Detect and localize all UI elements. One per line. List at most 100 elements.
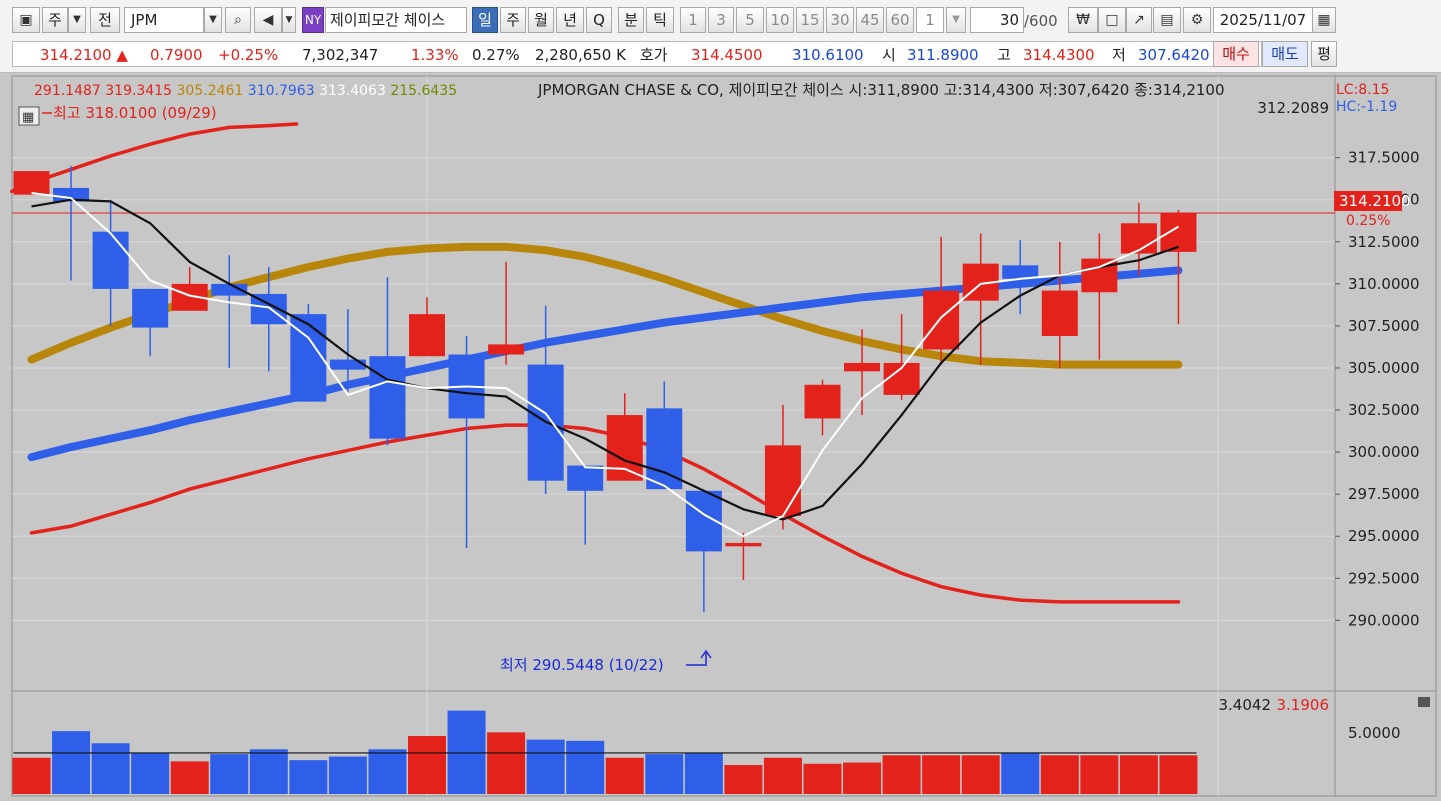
tab-yearly[interactable]: 년 (556, 7, 584, 33)
date-input[interactable]: 2025/11/07 (1213, 7, 1313, 33)
volume-bar (170, 761, 209, 794)
volume-bar (289, 760, 328, 794)
buy-button[interactable]: 매수 (1213, 41, 1259, 67)
amount-value: 2,280,650 K (535, 46, 626, 64)
symbol-input[interactable]: JPM (124, 7, 204, 33)
bid-price: 310.6100 (792, 46, 864, 64)
candle-body (764, 445, 801, 517)
axis-tick-label: 307.5000 (1348, 317, 1420, 335)
line-tool-icon[interactable]: ↗ (1126, 7, 1152, 33)
volume-bar (961, 755, 1000, 794)
candle-body (725, 542, 762, 547)
high-label: 고 (997, 46, 1011, 64)
volume-bar (12, 757, 51, 794)
volume-bar (922, 755, 961, 794)
ask-price: 314.4500 (691, 46, 763, 64)
volume-bar (487, 732, 526, 794)
count-input[interactable]: 30 (970, 7, 1024, 33)
interval-3[interactable]: 3 (708, 7, 734, 33)
legend-value: 319.3415 (101, 83, 172, 99)
low-note: 최저 290.5448 (10/22) (500, 656, 664, 674)
candle-body (1081, 258, 1118, 293)
gear-icon[interactable]: ⚙ (1183, 7, 1211, 33)
volume-bar (803, 763, 842, 794)
calendar-icon[interactable]: ▦ (1312, 7, 1336, 33)
turnover-pct: 1.33% (411, 46, 459, 64)
tab-daily[interactable]: 일 (472, 7, 498, 33)
sell-button[interactable]: 매도 (1262, 41, 1308, 67)
volume-value: 7,302,347 (302, 46, 379, 64)
symbol-dropdown-icon[interactable]: ▼ (204, 7, 222, 33)
volume-bar (328, 756, 367, 794)
high-price: 314.4300 (1023, 46, 1095, 64)
interval-30[interactable]: 30 (826, 7, 854, 33)
tab-minute[interactable]: 분 (618, 7, 644, 33)
toolbar-row-2: 314.2100 ▲ 0.7900 +0.25% 7,302,347 1.33%… (0, 38, 1441, 70)
current-pct-text: 0.25% (1346, 213, 1390, 229)
tab-tick[interactable]: 틱 (646, 7, 674, 33)
top-value: 312.2089 (1257, 99, 1329, 117)
count-max: /600 (1024, 12, 1058, 30)
axis-tick-label: 295.0000 (1348, 527, 1420, 545)
candle-body (1041, 290, 1078, 336)
save-icon[interactable]: ▤ (1153, 7, 1181, 33)
candle-body (804, 384, 841, 419)
candle-body (606, 415, 643, 481)
close-pane-icon[interactable] (1418, 697, 1430, 707)
ratio-value: 0.27% (472, 46, 520, 64)
legend-value: 310.7963 (243, 83, 314, 99)
legend-values: 291.1487 319.3415 305.2461 310.7963 313.… (34, 83, 457, 99)
tab-quarter[interactable]: Q (586, 7, 612, 33)
interval-dropdown-icon[interactable]: ▼ (946, 7, 966, 33)
price-change: 0.7900 (150, 46, 203, 64)
volume-bar (210, 754, 249, 794)
won-icon[interactable]: ₩ (1068, 7, 1098, 33)
volume-bar (131, 752, 170, 794)
window-icon[interactable]: ▣ (12, 7, 40, 33)
interval-1[interactable]: 1 (680, 7, 706, 33)
volume-bar (566, 740, 605, 794)
interval-input[interactable]: 1 (916, 7, 944, 33)
toolbar: ▣ 주 ▼ 전 JPM ▼ ⌕ ◀ ▼ NY 제이피모간 체이스 일 주 월 년… (0, 0, 1441, 73)
volume-bar (408, 736, 446, 794)
axis-tick-label: 292.5000 (1348, 569, 1420, 587)
axis-tick-label: 297.5000 (1348, 485, 1420, 503)
search-icon[interactable]: ⌕ (225, 7, 251, 33)
volume-bar (724, 765, 763, 794)
candle-body (92, 231, 129, 289)
current-price: 314.2100 ▲ (40, 46, 128, 64)
axis-tick-label: 290.0000 (1348, 611, 1420, 629)
volume-bar (882, 755, 921, 794)
currency-button[interactable]: 전 (90, 7, 120, 33)
candle-body (13, 171, 50, 195)
chart-area: 317.5000315.0000312.5000310.0000307.5000… (0, 73, 1441, 801)
volume-bar (605, 757, 644, 794)
candle-body (1160, 213, 1197, 252)
interval-45[interactable]: 45 (856, 7, 884, 33)
tab-weekly[interactable]: 주 (500, 7, 526, 33)
lc-label: LC:8.15 (1336, 82, 1389, 98)
eval-button[interactable]: 평 (1311, 41, 1337, 67)
stock-name-field[interactable]: 제이피모간 체이스 (325, 7, 467, 33)
interval-60[interactable]: 60 (886, 7, 914, 33)
period-select[interactable]: 주 (42, 7, 68, 33)
candle-body (329, 359, 366, 370)
interval-5[interactable]: 5 (736, 7, 764, 33)
candle-body (409, 314, 445, 357)
low-label: 저 (1112, 46, 1126, 64)
volume-bar (447, 710, 486, 794)
volume-bar (249, 749, 288, 794)
candle-body (488, 344, 525, 355)
volume-value-2: 3.1906 (1277, 696, 1330, 714)
interval-10[interactable]: 10 (766, 7, 794, 33)
volume-bar (1080, 755, 1119, 794)
axis-tick-label: 300.0000 (1348, 443, 1420, 461)
speaker-dropdown-icon[interactable]: ▼ (282, 7, 296, 33)
speaker-icon[interactable]: ◀ (254, 7, 282, 33)
interval-15[interactable]: 15 (796, 7, 824, 33)
candle-icon[interactable]: □ (1098, 7, 1126, 33)
candle-body (369, 356, 406, 439)
tab-monthly[interactable]: 월 (528, 7, 554, 33)
price-chart[interactable]: 317.5000315.0000312.5000310.0000307.5000… (0, 73, 1441, 801)
chevron-down-icon[interactable]: ▼ (68, 7, 86, 33)
